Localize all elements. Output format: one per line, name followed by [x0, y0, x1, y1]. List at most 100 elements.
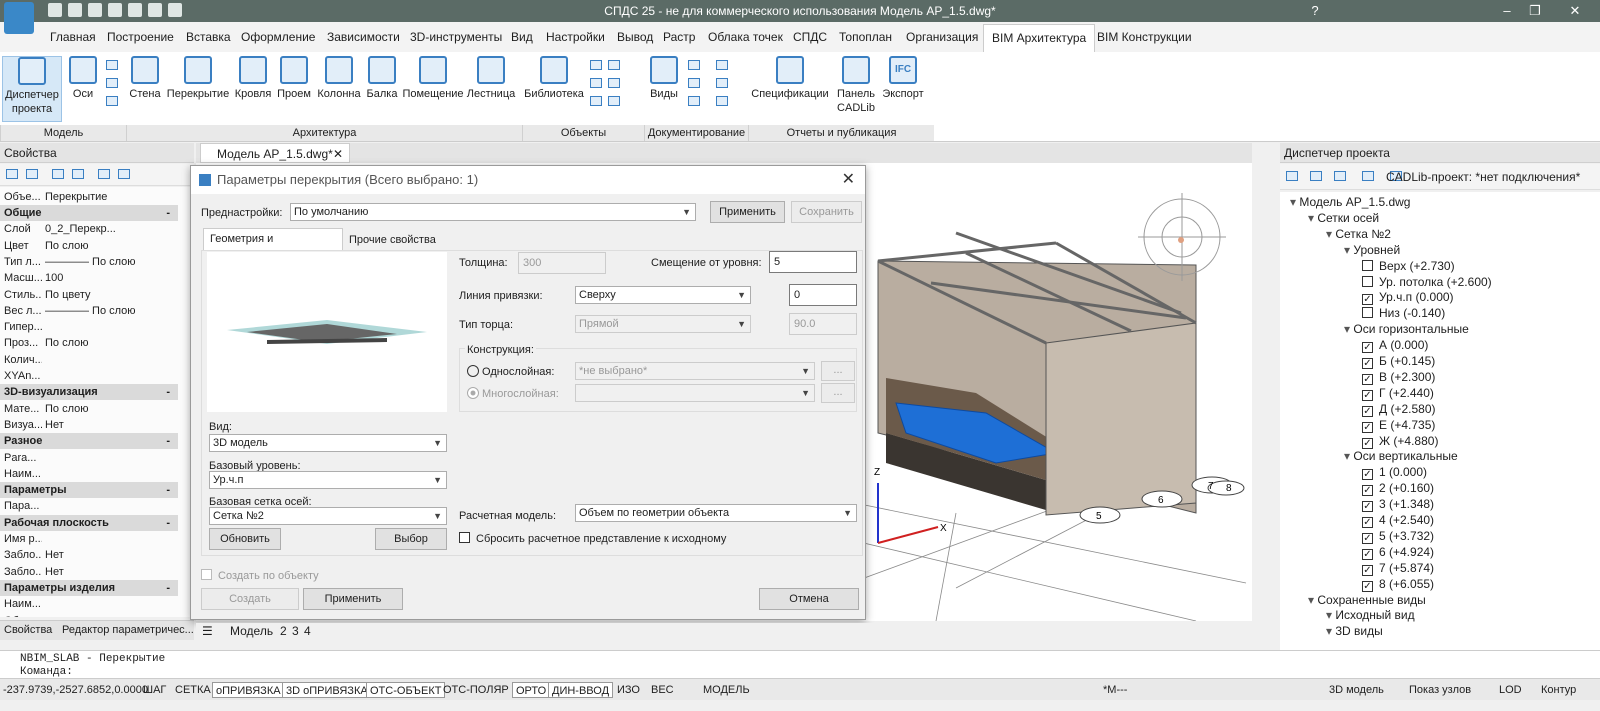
- pointer-icon[interactable]: [26, 169, 38, 179]
- small-tool-icon[interactable]: [590, 96, 602, 106]
- tab-home[interactable]: Главная: [50, 30, 96, 44]
- tree-node[interactable]: Низ (-0.140): [1362, 305, 1445, 321]
- status-toggle[interactable]: СЕТКА: [172, 682, 214, 698]
- help-button[interactable]: ?: [1304, 0, 1326, 22]
- views-button[interactable]: Виды: [646, 56, 682, 101]
- checked-checkbox-icon[interactable]: ✓: [1362, 517, 1373, 528]
- tree-node[interactable]: Ур. потолка (+2.600): [1362, 274, 1492, 290]
- select-objects-icon[interactable]: [6, 169, 18, 179]
- contour-toggle[interactable]: Контур: [1538, 682, 1579, 698]
- property-row[interactable]: Мате... По слою: [0, 401, 178, 417]
- small-tool-icon[interactable]: [608, 60, 620, 70]
- tab-build[interactable]: Построение: [107, 30, 174, 44]
- multi-layer-select[interactable]: ▼: [575, 384, 815, 402]
- show-nodes-toggle[interactable]: Показ узлов: [1406, 682, 1474, 698]
- tab-3d-tools[interactable]: 3D-инструменты: [410, 30, 502, 44]
- create-button[interactable]: Создать: [201, 588, 299, 610]
- tree-node[interactable]: ✓ 4 (+2.540): [1362, 512, 1434, 528]
- collapse-icon[interactable]: -: [166, 205, 170, 221]
- tab-view[interactable]: Вид: [511, 30, 533, 44]
- info-icon[interactable]: [1310, 171, 1322, 181]
- document-tab[interactable]: Модель АР_1.5.dwg* ✕: [200, 143, 350, 163]
- property-row[interactable]: Проз... По слою: [0, 335, 178, 351]
- small-tool-icon[interactable]: [106, 96, 118, 106]
- tab-topoplan[interactable]: Топоплан: [839, 30, 892, 44]
- lod-toggle[interactable]: LOD: [1496, 682, 1525, 698]
- model-icon[interactable]: [1286, 171, 1298, 181]
- checked-checkbox-icon[interactable]: ✓: [1362, 564, 1373, 576]
- anchor-offset-field[interactable]: 0: [789, 284, 857, 306]
- property-category[interactable]: 3D-визуализация -: [0, 384, 178, 401]
- close-tab-icon[interactable]: ✕: [333, 147, 343, 161]
- calc-model-select[interactable]: Объем по геометрии объекта ▼: [575, 504, 857, 522]
- checked-checkbox-icon[interactable]: ✓: [1362, 437, 1373, 449]
- command-line[interactable]: NBIM_SLAB - Перекрытие Команда:: [0, 650, 1600, 678]
- property-row[interactable]: Наим...: [0, 466, 178, 482]
- tab-geometry[interactable]: Геометрия и расположение: [203, 228, 343, 265]
- tab-properties[interactable]: Свойства: [4, 624, 52, 636]
- annotation-scale[interactable]: *М---: [1100, 682, 1130, 698]
- status-toggle[interactable]: ОРТО: [512, 682, 551, 698]
- checked-checkbox-icon[interactable]: ✓: [1362, 342, 1373, 354]
- column-button[interactable]: Колонна: [316, 56, 362, 101]
- cancel-button[interactable]: Отмена: [759, 588, 859, 610]
- tab-layout-3[interactable]: 3: [292, 624, 299, 638]
- tree-node[interactable]: ✓ Е (+4.735): [1362, 417, 1435, 433]
- settings-icon[interactable]: [98, 169, 110, 179]
- small-tool-icon[interactable]: [590, 78, 602, 88]
- checked-checkbox-icon[interactable]: ✓: [1362, 501, 1373, 513]
- tree-node[interactable]: ▾ 3D виды: [1326, 623, 1383, 639]
- tab-other-properties[interactable]: Прочие свойства: [349, 230, 449, 250]
- expand-icon[interactable]: ▾: [1326, 227, 1335, 241]
- tree-node[interactable]: ✓ В (+2.300): [1362, 369, 1435, 385]
- tab-point-clouds[interactable]: Облака точек: [708, 30, 783, 44]
- tree-node[interactable]: ▾ Сетка №2: [1326, 226, 1391, 242]
- axes-button[interactable]: Оси: [66, 56, 100, 101]
- property-category[interactable]: Общие -: [0, 205, 178, 221]
- tree-node[interactable]: ▾ Оси вертикальные: [1344, 448, 1458, 464]
- tree-node[interactable]: ▾ Сетки осей: [1308, 210, 1379, 226]
- checked-checkbox-icon[interactable]: ✓: [1362, 485, 1373, 497]
- filter-icon[interactable]: [72, 169, 84, 179]
- opening-button[interactable]: Проем: [274, 56, 314, 101]
- tree-node[interactable]: ✓ Д (+2.580): [1362, 401, 1436, 417]
- property-row[interactable]: Забло... Нет: [0, 547, 178, 563]
- property-category[interactable]: Рабочая плоскость -: [0, 514, 178, 531]
- expand-icon[interactable]: ▾: [1308, 593, 1317, 607]
- tree-node[interactable]: ✓ Ур.ч.п (0.000): [1362, 289, 1454, 306]
- property-row[interactable]: Колич...: [0, 352, 178, 368]
- tab-layout-2[interactable]: 2: [280, 624, 287, 638]
- tree-node[interactable]: ▾ Сохраненные виды: [1308, 592, 1426, 608]
- single-layer-browse-button[interactable]: ...: [821, 361, 855, 381]
- expand-icon[interactable]: ▾: [1344, 449, 1353, 463]
- tab-output[interactable]: Вывод: [617, 30, 653, 44]
- property-row[interactable]: Наим...: [0, 596, 178, 612]
- status-toggle[interactable]: ОТС-ОБЪЕКТ: [366, 682, 446, 698]
- tree-node[interactable]: ✓ 8 (+6.055): [1362, 576, 1434, 592]
- specifications-button[interactable]: Спецификации: [750, 56, 830, 101]
- checkbox-icon[interactable]: [1362, 307, 1373, 319]
- small-tool-icon[interactable]: [590, 60, 602, 70]
- single-layer-radio[interactable]: Однослойная:: [467, 365, 554, 378]
- collapse-icon[interactable]: -: [166, 433, 170, 449]
- edge-type-select[interactable]: Прямой ▼: [575, 315, 751, 333]
- small-tool-icon[interactable]: [106, 60, 118, 70]
- export-icon[interactable]: [1362, 171, 1374, 181]
- checkbox-icon[interactable]: [1362, 259, 1373, 271]
- expand-icon[interactable]: ▾: [1326, 608, 1335, 622]
- status-toggle[interactable]: 3D оПРИВЯЗКА: [282, 682, 372, 698]
- close-window-button[interactable]: ✕: [1552, 0, 1598, 22]
- property-row[interactable]: Слой 0_2_Перекр...: [0, 221, 178, 237]
- checked-checkbox-icon[interactable]: ✓: [1362, 580, 1373, 592]
- small-tool-icon[interactable]: [608, 78, 620, 88]
- checked-checkbox-icon[interactable]: ✓: [1362, 405, 1373, 417]
- property-row[interactable]: Вес л... ———— По слою: [0, 303, 178, 319]
- checked-checkbox-icon[interactable]: ✓: [1362, 469, 1373, 481]
- anchor-select[interactable]: Сверху ▼: [575, 286, 751, 304]
- property-row[interactable]: Пара...: [0, 498, 178, 514]
- library-button[interactable]: Библиотека: [522, 56, 586, 101]
- select-button[interactable]: Выбор: [375, 528, 447, 550]
- checked-checkbox-icon[interactable]: ✓: [1362, 294, 1373, 306]
- filter-icon[interactable]: [118, 169, 130, 179]
- stair-button[interactable]: Лестница: [466, 56, 516, 101]
